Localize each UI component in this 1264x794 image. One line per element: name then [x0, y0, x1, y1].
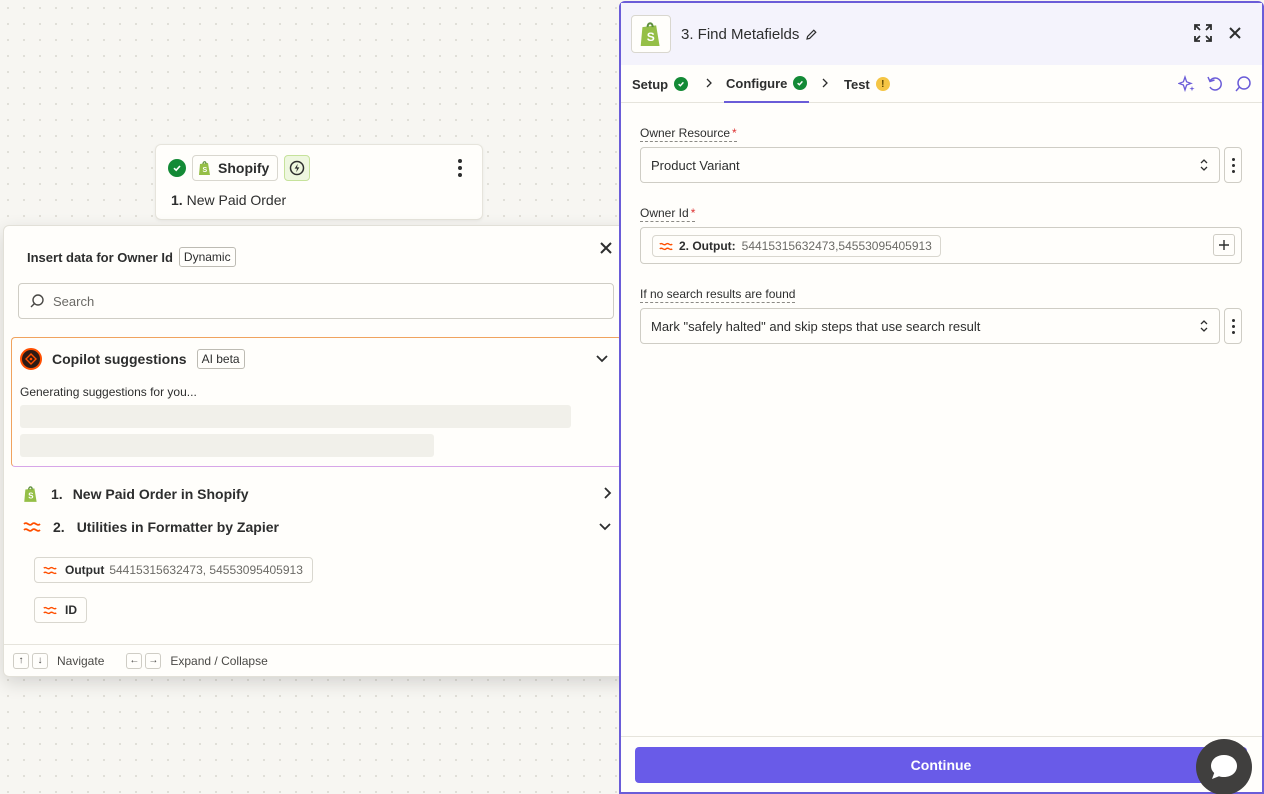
search-input[interactable]	[53, 293, 593, 309]
ai-beta-badge: AI beta	[196, 349, 245, 369]
navigate-hint: Navigate	[57, 653, 105, 668]
chevron-right-icon	[705, 77, 713, 92]
svg-text:S: S	[203, 167, 208, 174]
shopify-app-chip: S Shopify	[192, 155, 279, 181]
copilot-logo-icon	[20, 348, 42, 370]
step-title: 1. New Paid Order	[171, 192, 287, 208]
step-number: 1.	[51, 486, 63, 502]
tab-tools	[1178, 75, 1252, 93]
shopify-icon: S	[631, 15, 671, 53]
sparkle-ai-icon[interactable]	[1178, 75, 1196, 93]
owner-resource-options-kebab-icon[interactable]	[1224, 147, 1242, 183]
undo-icon[interactable]	[1206, 75, 1224, 93]
step-item-formatter[interactable]: 2. Utilities in Formatter by Zapier	[23, 519, 613, 535]
search-field[interactable]	[18, 283, 614, 319]
chat-support-button[interactable]	[1196, 739, 1252, 794]
formatter-icon	[43, 566, 57, 574]
step-label: New Paid Order in Shopify	[72, 486, 249, 502]
copilot-title: Copilot suggestions	[52, 351, 187, 367]
panel-title: Insert data for Owner Id	[27, 249, 173, 265]
canvas-step-card[interactable]: S Shopify 1. New Paid Order	[155, 144, 483, 220]
copilot-status-text: Generating suggestions for you...	[20, 385, 197, 399]
field-name: Output	[65, 563, 105, 577]
chat-bubble-icon	[1211, 755, 1237, 779]
svg-text:S: S	[28, 492, 33, 501]
tab-setup[interactable]: Setup	[632, 65, 689, 103]
no-results-label: If no search results are found	[640, 287, 796, 303]
owner-resource-label: Owner Resource *	[640, 126, 737, 142]
step-item-shopify[interactable]: S 1. New Paid Order in Shopify	[23, 485, 613, 503]
trigger-bolt-icon	[284, 155, 311, 181]
chevron-right-icon	[821, 77, 829, 92]
dynamic-badge: Dynamic	[178, 247, 236, 267]
editor-header: S 3. Find Metafields	[621, 3, 1262, 65]
owner-id-input[interactable]: 2. Output: 54415315632473,54553095405913	[640, 227, 1242, 264]
svg-text:S: S	[647, 30, 655, 44]
success-check-icon	[168, 159, 186, 177]
app-name: Shopify	[218, 160, 270, 176]
pencil-icon[interactable]	[805, 28, 818, 41]
keyboard-hints-footer: ↑ ↓ Navigate ← → Expand / Collapse	[4, 644, 629, 676]
arrow-left-key: ←	[126, 652, 143, 669]
editor-title[interactable]: 3. Find Metafields	[681, 26, 818, 43]
owner-resource-select[interactable]: Product Variant	[640, 147, 1220, 183]
no-results-select[interactable]: Mark "safely halted" and skip steps that…	[640, 308, 1220, 344]
comment-icon[interactable]	[1234, 75, 1252, 93]
editor-tabs: Setup Configure Test !	[621, 65, 1262, 103]
copilot-suggestions-section: Copilot suggestions AI beta Generating s…	[11, 337, 622, 467]
expand-collapse-hint: Expand / Collapse	[170, 653, 268, 668]
step-number: 2.	[53, 519, 65, 535]
close-icon[interactable]	[597, 239, 615, 257]
mapped-field-pill[interactable]: 2. Output: 54415315632473,54553095405913	[652, 235, 941, 257]
arrow-down-key: ↓	[32, 652, 48, 669]
formatter-icon	[659, 242, 673, 250]
step-label: Utilities in Formatter by Zapier	[76, 519, 279, 535]
formatter-icon	[43, 606, 57, 614]
chevron-down-icon[interactable]	[595, 352, 609, 367]
plus-icon[interactable]	[1213, 234, 1235, 256]
select-arrows-icon	[1199, 318, 1209, 337]
tab-test[interactable]: Test !	[844, 65, 890, 103]
select-arrows-icon	[1199, 157, 1209, 176]
step-menu-kebab-icon[interactable]	[452, 159, 468, 177]
field-name: ID	[65, 603, 77, 617]
expand-icon[interactable]	[1194, 24, 1212, 45]
no-results-options-kebab-icon[interactable]	[1224, 308, 1242, 344]
step-editor-panel: S 3. Find Metafields Setup Configure Tes	[619, 1, 1264, 794]
insert-data-panel: Insert data for Owner Id Dynamic Copilot…	[3, 225, 630, 677]
field-value: 54415315632473, 54553095405913	[109, 563, 303, 577]
chevron-right-icon[interactable]	[603, 486, 613, 503]
tab-configure[interactable]: Configure	[724, 65, 810, 103]
search-icon	[30, 294, 44, 308]
owner-id-label: Owner Id *	[640, 206, 696, 222]
success-check-icon	[793, 76, 808, 90]
formatter-icon	[23, 522, 41, 532]
warning-icon: !	[875, 77, 890, 91]
field-output[interactable]: Output 54415315632473, 54553095405913	[34, 557, 313, 583]
field-id[interactable]: ID	[34, 597, 87, 623]
editor-footer: Continue	[621, 736, 1262, 792]
success-check-icon	[674, 77, 689, 91]
close-icon[interactable]	[1226, 24, 1244, 45]
shopify-icon: S	[24, 486, 37, 502]
chevron-down-icon[interactable]	[598, 519, 612, 535]
loading-skeleton	[20, 434, 434, 457]
arrow-right-key: →	[145, 652, 162, 669]
arrow-up-key: ↑	[13, 652, 29, 669]
loading-skeleton	[20, 405, 571, 428]
shopify-icon: S	[199, 161, 210, 175]
continue-button[interactable]: Continue	[635, 747, 1247, 783]
